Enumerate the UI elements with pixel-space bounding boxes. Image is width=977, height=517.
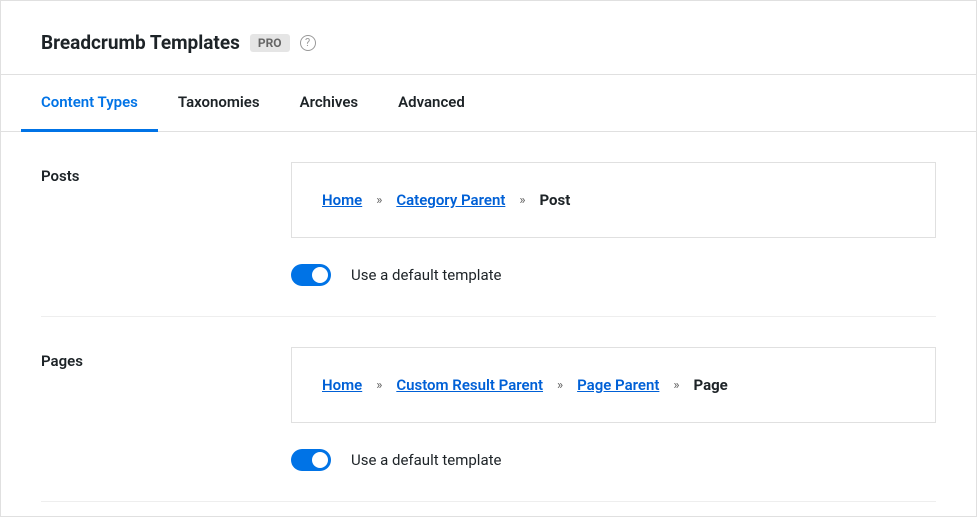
section-body-posts: Home » Category Parent » Post Use a defa… xyxy=(291,162,936,286)
breadcrumb-current-post: Post xyxy=(539,191,570,209)
section-posts: Posts Home » Category Parent » Post Use … xyxy=(41,162,936,317)
breadcrumb-link-category-parent[interactable]: Category Parent xyxy=(396,191,505,209)
section-label-pages: Pages xyxy=(41,347,291,471)
chevron-right-icon: » xyxy=(376,378,382,393)
tab-content-types[interactable]: Content Types xyxy=(21,75,158,132)
tab-taxonomies[interactable]: Taxonomies xyxy=(158,75,280,132)
breadcrumb-templates-panel: Breadcrumb Templates PRO ? Content Types… xyxy=(0,0,977,517)
breadcrumb-current-page: Page xyxy=(693,376,727,394)
help-icon[interactable]: ? xyxy=(300,35,316,51)
chevron-right-icon: » xyxy=(376,193,382,208)
breadcrumb-preview-posts: Home » Category Parent » Post xyxy=(291,162,936,238)
toggle-row-posts: Use a default template xyxy=(291,264,936,286)
section-body-pages: Home » Custom Result Parent » Page Paren… xyxy=(291,347,936,471)
breadcrumb-link-home[interactable]: Home xyxy=(322,376,362,394)
breadcrumb-link-custom-result-parent[interactable]: Custom Result Parent xyxy=(396,376,543,394)
section-pages: Pages Home » Custom Result Parent » Page… xyxy=(41,347,936,502)
tabs: Content Types Taxonomies Archives Advanc… xyxy=(1,74,976,132)
page-title: Breadcrumb Templates xyxy=(41,31,240,54)
default-template-toggle-posts[interactable] xyxy=(291,264,331,286)
toggle-knob xyxy=(312,267,328,283)
breadcrumb-link-home[interactable]: Home xyxy=(322,191,362,209)
chevron-right-icon: » xyxy=(519,193,525,208)
tab-archives[interactable]: Archives xyxy=(280,75,379,132)
toggle-knob xyxy=(312,452,328,468)
breadcrumb-link-page-parent[interactable]: Page Parent xyxy=(577,376,659,394)
toggle-row-pages: Use a default template xyxy=(291,449,936,471)
content-area: Posts Home » Category Parent » Post Use … xyxy=(1,132,976,502)
chevron-right-icon: » xyxy=(673,378,679,393)
toggle-label-posts: Use a default template xyxy=(351,266,501,284)
section-label-posts: Posts xyxy=(41,162,291,286)
toggle-label-pages: Use a default template xyxy=(351,451,501,469)
default-template-toggle-pages[interactable] xyxy=(291,449,331,471)
pro-badge: PRO xyxy=(250,34,290,52)
panel-header: Breadcrumb Templates PRO ? xyxy=(1,1,976,74)
chevron-right-icon: » xyxy=(557,378,563,393)
tab-advanced[interactable]: Advanced xyxy=(378,75,485,132)
breadcrumb-preview-pages: Home » Custom Result Parent » Page Paren… xyxy=(291,347,936,423)
